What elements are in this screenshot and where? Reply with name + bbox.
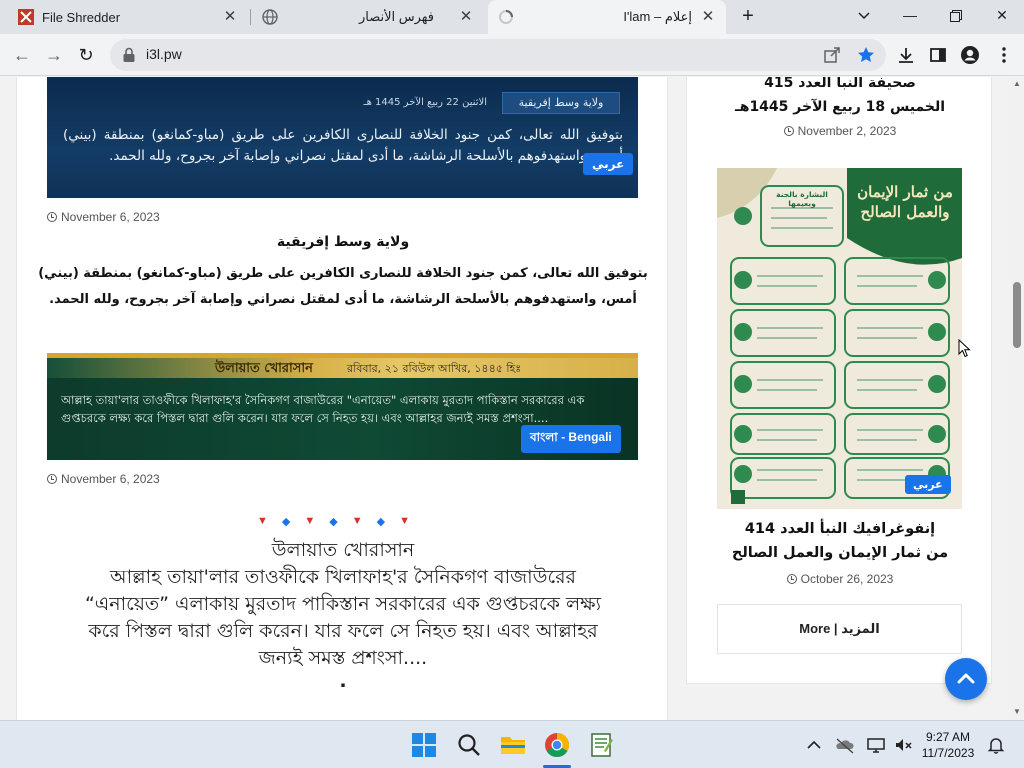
- close-tab-icon[interactable]: ✕: [222, 9, 238, 25]
- download-icon[interactable]: [896, 45, 916, 65]
- banner-date: الاثنين 22 ربيع الآخر 1445 هـ: [363, 97, 487, 108]
- tab-strip: File Shredder ✕ فهرس الأنصار ✕ I'lam – إ…: [0, 0, 1024, 34]
- clock-icon: [786, 574, 797, 584]
- tab-search-icon[interactable]: [842, 0, 886, 34]
- main-column: ولاية وسط إفريقية الاثنين 22 ربيع الآخر …: [16, 77, 668, 720]
- language-badge-arabic[interactable]: عربي: [905, 475, 951, 494]
- banner-province-label: উলায়াত খোরাসান: [215, 361, 313, 376]
- loading-spinner-icon: [498, 9, 514, 25]
- new-tab-button[interactable]: +: [736, 5, 760, 29]
- restore-button[interactable]: [934, 0, 978, 34]
- notepad-icon[interactable]: [587, 731, 615, 759]
- red-triangle-icon: ▼: [399, 515, 410, 527]
- tab-ansar-index[interactable]: فهرس الأنصار ✕: [252, 0, 484, 34]
- more-button[interactable]: More | المزيد: [717, 604, 962, 654]
- sidebar-post-date: October 26, 2023: [687, 572, 993, 586]
- post-image-khorasan[interactable]: উলায়াত খোরাসান রবিবার, ২১ রবিউল আখির, ১…: [47, 353, 638, 460]
- lock-icon: [122, 47, 136, 63]
- post-date: November 6, 2023: [47, 210, 160, 224]
- post-title[interactable]: উলায়াত খোরাসান: [37, 537, 649, 564]
- post-title[interactable]: ولاية وسط إفريقية: [37, 234, 649, 250]
- url-text: i3l.pw: [146, 46, 182, 62]
- infographic-title: من ثمار الإيمان والعمل الصالح: [857, 183, 953, 221]
- banner-header-band: [47, 358, 638, 378]
- infographic-header: البشارة بالجنة وبعيمها: [776, 190, 828, 208]
- windows-start-icon[interactable]: [410, 731, 438, 759]
- display-icon[interactable]: [866, 735, 886, 755]
- scrollbar-thumb[interactable]: [1013, 282, 1021, 348]
- back-button[interactable]: ←: [8, 41, 36, 69]
- bookmark-star-icon[interactable]: [856, 45, 876, 65]
- minimize-button[interactable]: —: [888, 0, 932, 34]
- file-shredder-icon: [18, 9, 34, 25]
- banner-date: রবিবার, ২১ রবিউল আখির, ১৪৪৫ হিঃ: [347, 362, 522, 375]
- language-badge-bengali[interactable]: বাংলা - Bengali: [521, 425, 621, 453]
- browser-toolbar: ← → ↻ i3l.pw: [0, 34, 1024, 76]
- side-panel-icon[interactable]: [928, 45, 948, 65]
- close-tab-icon[interactable]: ✕: [458, 9, 474, 25]
- blue-diamond-icon: ◆: [376, 516, 386, 528]
- banner-province-label: ولاية وسط إفريقية: [502, 92, 620, 114]
- sidebar-post-title[interactable]: إنفوغرافيك النبأ العدد 414 من ثمار الإيم…: [687, 517, 993, 565]
- chrome-icon[interactable]: [543, 731, 571, 759]
- red-triangle-icon: ▼: [351, 515, 363, 527]
- globe-icon: [262, 9, 278, 25]
- search-icon[interactable]: [455, 731, 483, 759]
- volume-muted-icon[interactable]: [893, 735, 913, 755]
- windows-taskbar: 9:27 AM 11/7/2023: [0, 720, 1024, 768]
- back-to-top-button[interactable]: [945, 658, 987, 700]
- share-icon[interactable]: [822, 45, 842, 65]
- file-explorer-icon[interactable]: [499, 731, 527, 759]
- scroll-down-arrow-icon[interactable]: ▼: [1012, 707, 1022, 716]
- banner-body: بتوفيق الله تعالى، كمن جنود الخلافة للنص…: [63, 127, 623, 164]
- post-excerpt: بتوفيق الله تعالى، كمن جنود الخلافة للنص…: [38, 266, 648, 307]
- clock-icon: [783, 126, 794, 136]
- scroll-up-arrow-icon[interactable]: ▲: [1012, 79, 1022, 88]
- red-triangle-icon: ▼: [257, 515, 268, 527]
- forward-button[interactable]: →: [40, 41, 68, 69]
- page-viewport: ولاية وسط إفريقية الاثنين 22 ربيع الآخر …: [0, 77, 1010, 720]
- sidebar-post-title[interactable]: صحيفة النبأ العدد 415 الخميس 18 ربيع الآ…: [687, 77, 993, 119]
- address-bar[interactable]: i3l.pw: [110, 39, 886, 71]
- sidebar: صحيفة النبأ العدد 415 الخميس 18 ربيع الآ…: [686, 77, 992, 684]
- clock-icon: [47, 212, 57, 222]
- banner-body: আল্লাহ তায়া'লার তাওফীকে খিলাফাহ'র সৈনিক…: [61, 393, 585, 425]
- onedrive-icon[interactable]: [835, 735, 855, 755]
- tab-file-shredder[interactable]: File Shredder ✕: [8, 0, 248, 34]
- chevron-up-icon[interactable]: [804, 735, 824, 755]
- system-clock[interactable]: 9:27 AM 11/7/2023: [918, 729, 978, 761]
- menu-kebab-icon[interactable]: [994, 45, 1014, 65]
- reload-button[interactable]: ↻: [72, 41, 100, 69]
- profile-icon[interactable]: [960, 45, 980, 65]
- notification-bell-icon[interactable]: [986, 735, 1006, 755]
- mouse-cursor-icon: [958, 339, 971, 358]
- tab-ilam[interactable]: I'lam – إعلام ✕: [488, 0, 726, 34]
- vertical-scrollbar[interactable]: ▲ ▼: [1010, 77, 1024, 720]
- post-date: November 6, 2023: [47, 472, 160, 486]
- language-badge-arabic[interactable]: عربي: [583, 153, 634, 175]
- chevron-up-icon: [957, 673, 975, 684]
- close-tab-icon[interactable]: ✕: [700, 9, 716, 25]
- blue-diamond-icon: ◆: [329, 516, 338, 528]
- close-window-button[interactable]: ✕: [980, 0, 1024, 34]
- red-triangle-icon: ▼: [304, 515, 316, 527]
- blue-diamond-icon: ◆: [281, 516, 291, 528]
- tab-separator: [250, 9, 251, 25]
- infographic-image[interactable]: من ثمار الإيمان والعمل الصالح البشارة با…: [717, 168, 962, 509]
- sidebar-post-date: November 2, 2023: [687, 124, 993, 138]
- post-body-bengali: উলায়াত খোরাসান আল্লাহ তায়া'লার তাওফীকে…: [37, 537, 649, 691]
- post-image-central-africa[interactable]: ولاية وسط إفريقية الاثنين 22 ربيع الآخر …: [47, 77, 638, 198]
- decorative-markers: ▼ ◆ ▼ ◆ ▼ ◆ ▼: [257, 515, 410, 528]
- clock-icon: [47, 474, 57, 484]
